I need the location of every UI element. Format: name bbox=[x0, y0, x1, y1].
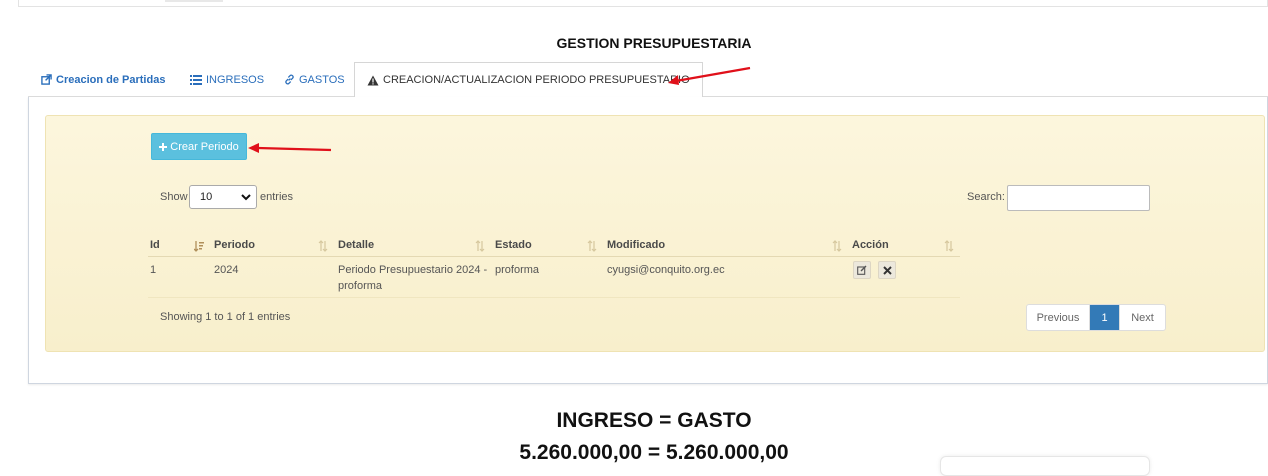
list-icon bbox=[190, 74, 202, 85]
top-toolbar-strip bbox=[18, 0, 1268, 7]
crear-periodo-button[interactable]: Crear Periodo bbox=[151, 133, 247, 160]
sort-icon[interactable] bbox=[832, 240, 842, 252]
link-icon bbox=[285, 74, 294, 85]
search-input[interactable] bbox=[1007, 185, 1150, 211]
tab-label: CREACION/ACTUALIZACION PERIODO PRESUPUES… bbox=[383, 74, 690, 86]
tab-creacion-periodo[interactable]: CREACION/ACTUALIZACION PERIODO PRESUPUES… bbox=[354, 62, 703, 98]
entries-label: entries bbox=[260, 191, 294, 203]
tab-creacion-partidas[interactable]: Creacion de Partidas bbox=[41, 62, 165, 97]
cell-periodo: 2024 bbox=[214, 264, 239, 276]
column-header-accion[interactable]: Acción bbox=[852, 239, 889, 251]
periodo-well: Crear Periodo Show 10 entries Search: Id… bbox=[45, 115, 1265, 352]
edit-button[interactable] bbox=[853, 261, 871, 279]
column-header-modificado[interactable]: Modificado bbox=[607, 239, 665, 251]
top-toolbar-tab bbox=[165, 0, 223, 2]
chevron-down-icon bbox=[241, 194, 251, 201]
balance-equation: INGRESO = GASTO bbox=[556, 409, 752, 432]
column-header-id[interactable]: Id bbox=[150, 239, 160, 251]
table-info: Showing 1 to 1 of 1 entries bbox=[160, 311, 291, 323]
sort-icon[interactable] bbox=[318, 240, 328, 252]
row-divider bbox=[148, 297, 960, 298]
sort-active-icon[interactable] bbox=[194, 240, 204, 252]
warning-icon bbox=[367, 75, 379, 85]
show-label: Show bbox=[160, 191, 188, 203]
plus-icon bbox=[159, 142, 168, 151]
delete-icon bbox=[882, 265, 892, 275]
tab-label: INGRESOS bbox=[206, 73, 265, 86]
next-page-button[interactable]: Next bbox=[1119, 305, 1165, 330]
edit-icon bbox=[857, 265, 867, 275]
entries-select[interactable]: 10 bbox=[189, 185, 257, 209]
crear-periodo-label: Crear Periodo bbox=[170, 140, 239, 153]
header-divider bbox=[148, 256, 960, 257]
delete-button[interactable] bbox=[878, 261, 896, 279]
sort-icon[interactable] bbox=[587, 240, 597, 252]
tab-content-panel: Crear Periodo Show 10 entries Search: Id… bbox=[28, 97, 1268, 384]
page-1-button[interactable]: 1 bbox=[1090, 305, 1119, 330]
tab-ingresos[interactable]: INGRESOS bbox=[190, 62, 264, 97]
floating-card bbox=[940, 456, 1150, 476]
tab-label: Creacion de Partidas bbox=[56, 73, 166, 86]
column-header-detalle[interactable]: Detalle bbox=[338, 239, 374, 251]
cell-detalle: Periodo Presupuestario 2024 - bbox=[338, 264, 488, 276]
search-label: Search: bbox=[967, 191, 1005, 203]
tab-label: GASTOS bbox=[299, 73, 345, 86]
cell-estado: proforma bbox=[495, 264, 540, 276]
cell-id: 1 bbox=[150, 264, 157, 276]
tab-bar: Creacion de Partidas INGRESOS GASTOS CRE… bbox=[28, 62, 1268, 98]
cell-detalle-cont: proforma bbox=[338, 280, 383, 292]
previous-page-button[interactable]: Previous bbox=[1027, 305, 1090, 330]
external-link-icon bbox=[41, 74, 52, 85]
pagination: Previous 1 Next bbox=[1026, 304, 1166, 331]
column-header-periodo[interactable]: Periodo bbox=[214, 239, 255, 251]
column-header-estado[interactable]: Estado bbox=[495, 239, 532, 251]
sort-icon[interactable] bbox=[944, 240, 954, 252]
sort-icon[interactable] bbox=[475, 240, 485, 252]
page-title: GESTION PRESUPUESTARIA bbox=[556, 35, 752, 51]
cell-modificado: cyugsi@conquito.org.ec bbox=[607, 264, 725, 276]
entries-select-value: 10 bbox=[200, 191, 213, 203]
tab-gastos[interactable]: GASTOS bbox=[284, 62, 345, 97]
